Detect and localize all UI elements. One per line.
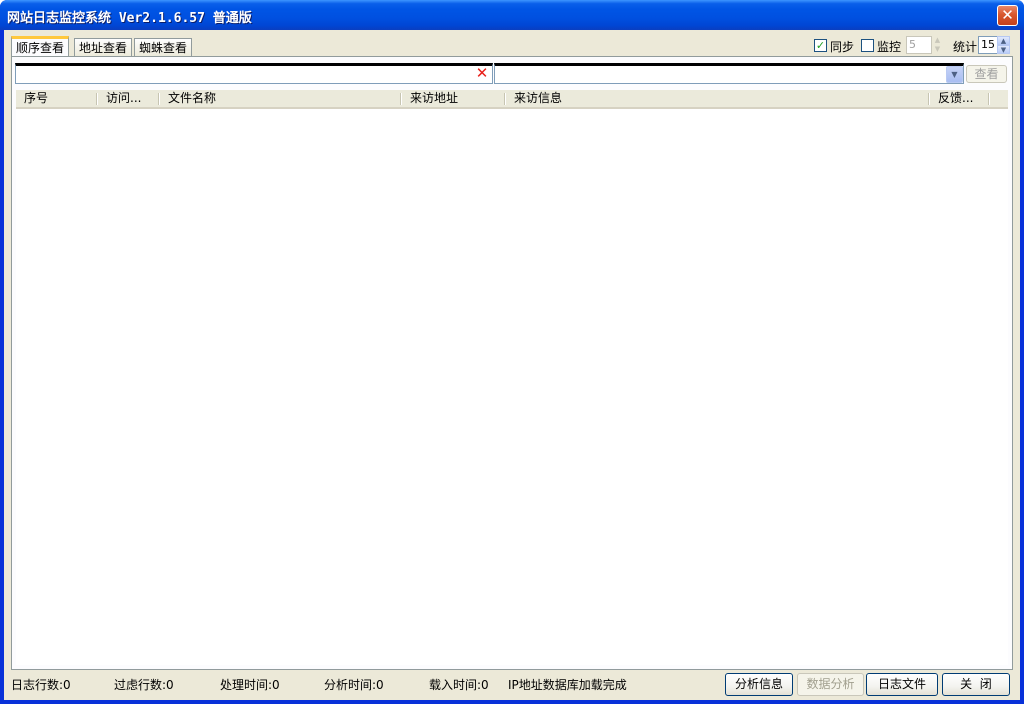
- check-icon: ✓: [815, 39, 826, 52]
- clear-icon[interactable]: ✕: [474, 64, 490, 82]
- data-analysis-button[interactable]: 数据分析: [797, 673, 864, 696]
- filter-combo[interactable]: [494, 63, 964, 84]
- tab-sequential-view[interactable]: 顺序查看: [11, 36, 70, 58]
- monitor-interval-input[interactable]: 5: [906, 36, 932, 54]
- tab-spider-view[interactable]: 蜘蛛查看: [134, 38, 193, 57]
- status-log-rows: 日志行数:0: [11, 678, 71, 692]
- column-divider[interactable]: [96, 93, 97, 105]
- status-message: IP地址数据库加载完成: [508, 678, 627, 692]
- stats-count-input[interactable]: 15: [978, 36, 998, 54]
- tab-address-view[interactable]: 地址查看: [74, 38, 133, 57]
- window-title: 网站日志监控系统 Ver2.1.6.57 普通版: [7, 11, 252, 26]
- view-button[interactable]: 查看: [966, 65, 1007, 83]
- spin-down-icon: ▼: [934, 45, 941, 53]
- column-header-file-name[interactable]: 文件名称: [160, 90, 400, 107]
- status-load-time: 载入时间:0: [429, 678, 489, 692]
- spin-up-icon: ▲: [997, 36, 1010, 45]
- analyze-info-button[interactable]: 分析信息: [725, 673, 793, 696]
- column-header-index[interactable]: 序号: [16, 90, 96, 107]
- sync-checkbox[interactable]: ✓: [814, 39, 827, 52]
- search-input[interactable]: [15, 63, 493, 84]
- column-header-visit[interactable]: 访问...: [98, 90, 158, 107]
- stats-count-stepper[interactable]: ▲ ▼: [997, 36, 1010, 54]
- status-filtered-rows: 过虑行数:0: [114, 678, 174, 692]
- column-divider[interactable]: [158, 93, 159, 105]
- spin-up-icon: ▲: [934, 36, 941, 44]
- monitor-label: 监控: [877, 40, 902, 54]
- status-process-time: 处理时间:0: [220, 678, 280, 692]
- list-header: 序号 访问... 文件名称 来访地址 来访信息 反馈...: [16, 90, 1008, 109]
- spin-down-icon: ▼: [997, 45, 1010, 54]
- column-header-source-address[interactable]: 来访地址: [402, 90, 504, 107]
- column-divider[interactable]: [928, 93, 929, 105]
- monitor-checkbox[interactable]: [861, 39, 874, 52]
- column-header-feedback[interactable]: 反馈...: [930, 90, 988, 107]
- title-bar[interactable]: 网站日志监控系统 Ver2.1.6.57 普通版 ✕: [0, 0, 1024, 30]
- stats-label: 统计: [953, 40, 978, 54]
- column-divider[interactable]: [504, 93, 505, 105]
- close-window-button[interactable]: ✕: [997, 5, 1018, 26]
- log-list[interactable]: [16, 109, 1008, 665]
- column-divider[interactable]: [400, 93, 401, 105]
- log-file-button[interactable]: 日志文件: [866, 673, 938, 696]
- chevron-down-icon[interactable]: ▼: [946, 66, 963, 83]
- monitor-interval-stepper[interactable]: ▲ ▼: [931, 36, 944, 54]
- sync-label: 同步: [830, 40, 855, 54]
- column-header-source-info[interactable]: 来访信息: [506, 90, 928, 107]
- app-window: 网站日志监控系统 Ver2.1.6.57 普通版 ✕ 顺序查看 地址查看 蜘蛛查…: [0, 0, 1024, 704]
- close-button[interactable]: 关 闭: [942, 673, 1010, 696]
- status-analysis-time: 分析时间:0: [324, 678, 384, 692]
- column-divider[interactable]: [988, 93, 989, 105]
